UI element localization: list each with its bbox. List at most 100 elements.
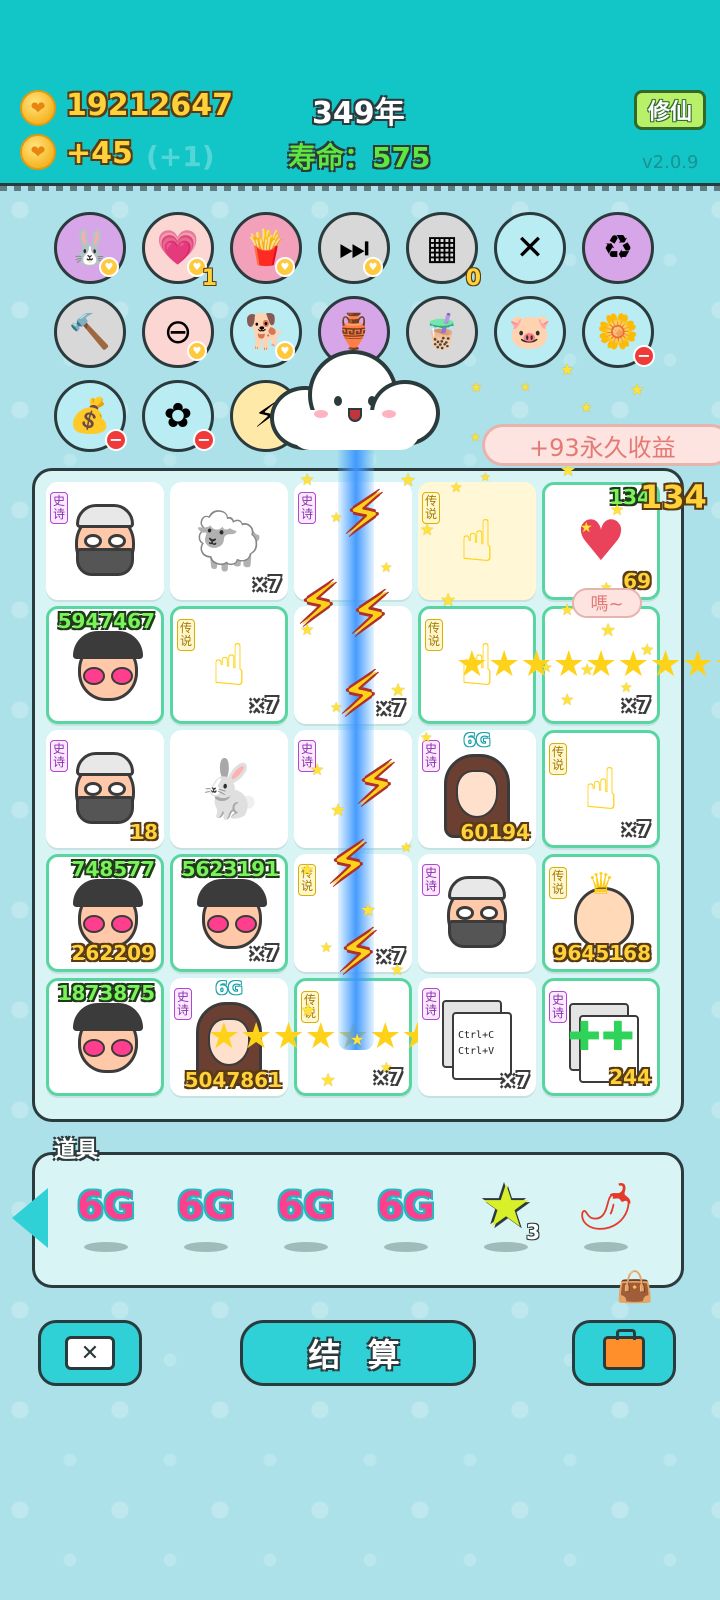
grid-cell[interactable]: ☝ 传说 ×7 (542, 730, 660, 848)
item-6g-label: 6G (77, 1184, 135, 1228)
sack-icon[interactable]: 💰 − (54, 380, 127, 452)
fries-icon[interactable]: 🍟 ♥ (230, 212, 302, 284)
grid-cell[interactable]: 史诗 (418, 854, 536, 972)
item-6g[interactable]: 6G (66, 1176, 146, 1266)
grid-cell[interactable]: 5623191 ×7 (170, 854, 288, 972)
star-particle-icon: ★ (440, 590, 457, 611)
remove-badge-icon[interactable]: − (105, 429, 127, 451)
skip-icon[interactable]: ⏭ ♥ (318, 212, 390, 284)
backpack-button[interactable] (572, 1320, 676, 1386)
grid-cell[interactable]: 史诗 18 (46, 730, 164, 848)
coin-icon: ❤ (20, 90, 56, 126)
rarity-tag: 史诗 (422, 988, 440, 1020)
item-6g[interactable]: 6G (366, 1176, 446, 1266)
lightning-bolt-icon: ⚡ (344, 480, 385, 548)
income-bubble: +93永久收益 (482, 424, 720, 466)
recycle-icon[interactable]: ♻ (582, 212, 654, 284)
star-particle-icon: ★ (390, 960, 405, 979)
coin-rate-bonus: (+1) (146, 140, 215, 173)
grid-cell[interactable]: 5947467 (46, 606, 164, 724)
star-particle-icon: ★ (300, 620, 315, 639)
remove-badge-icon[interactable]: − (193, 429, 215, 451)
rabbit-icon[interactable]: 🐰 ♥ (54, 212, 126, 284)
heart-badge-icon: ♥ (187, 341, 207, 361)
rarity-tag: 传说 (425, 619, 443, 651)
item-6g[interactable]: 6G (166, 1176, 246, 1266)
cell-multiplier: ×7 (499, 1068, 530, 1092)
grid-cell[interactable]: 🐑 ×7 (170, 482, 288, 600)
items-prev-arrow[interactable] (12, 1188, 48, 1248)
piggy-bank-icon[interactable]: 🐷 (494, 296, 566, 368)
star-particle-icon: ★ (560, 360, 575, 379)
star-particle-icon: ★ (450, 480, 463, 496)
grid-cell[interactable]: ✚✚ 史诗 244 (542, 978, 660, 1096)
beard-icon (76, 796, 134, 824)
close-button[interactable]: ✕ (38, 1320, 142, 1386)
grid-cell[interactable]: 🐇 (170, 730, 288, 848)
items-label: 道具 (54, 1138, 99, 1163)
beard-icon (76, 548, 134, 576)
remove-badge-icon[interactable]: − (633, 345, 655, 367)
briefcase-icon (603, 1329, 645, 1370)
cell-bottom-value: 244 (609, 1065, 651, 1089)
cell-top-value: 1873875 (57, 981, 155, 1005)
item-star[interactable]: ★ 3 (466, 1176, 546, 1266)
coin-rate-icon: ❤ (20, 134, 56, 170)
star-particle-icon: ★ (480, 470, 491, 484)
star-particle-icon: ★ (310, 760, 325, 779)
grid-cell[interactable]: 748577 262209 (46, 854, 164, 972)
grid-cell[interactable]: ☝ 传说 (418, 482, 536, 600)
sticks-icon[interactable]: ✕ (494, 212, 566, 284)
cap-icon (448, 876, 506, 900)
egg-tray-icon[interactable]: ▦ 0 (406, 212, 481, 291)
item-quantity: 3 (526, 1220, 540, 1244)
coin-total: 19212647 (66, 88, 233, 123)
grid-cell[interactable]: Ctrl+C Ctrl+V 史诗 ×7 (418, 978, 536, 1096)
bowler-hat-icon (73, 879, 143, 907)
star-particle-icon: ★ (360, 900, 377, 921)
star-particle-icon: ★ (330, 510, 343, 526)
heart-badge-icon: ♥ (363, 257, 383, 277)
cell-bottom-value: 60194 (460, 820, 530, 844)
bunny-icon: 🐇 (194, 757, 264, 822)
star-particle-icon: ★ (420, 520, 435, 539)
item-6g[interactable]: 6G (266, 1176, 346, 1266)
star-particle-icon: ★ (400, 840, 413, 856)
item-shadow (84, 1242, 128, 1252)
grid-cell[interactable]: 史诗 (46, 482, 164, 600)
version-label: v2.0.9 (642, 152, 699, 173)
cultivate-button[interactable]: 修仙 (634, 90, 706, 130)
item-shadow (184, 1242, 228, 1252)
grid-cell[interactable]: 史诗 6G 60194 (418, 730, 536, 848)
star-flower-icon[interactable]: ✿ − (142, 380, 215, 452)
settle-button[interactable]: 结 算 (240, 1320, 476, 1386)
heart-coin-icon[interactable]: 💗 ♥ 1 (142, 212, 217, 291)
ctrl-v-label: Ctrl+V (458, 1046, 495, 1057)
no-entry-icon[interactable]: ⊖ ♥ (142, 296, 214, 368)
network-label: 6G (463, 730, 491, 751)
star-particle-icon: ★ (400, 470, 417, 491)
star-particle-icon: ★ (320, 940, 333, 956)
grid-cell[interactable]: 1873875 (46, 978, 164, 1096)
lightning-bolt-icon: ⚡ (350, 580, 391, 648)
cap-icon (76, 504, 134, 528)
bowler-hat-icon (197, 879, 267, 907)
star-particle-icon: ★ (640, 640, 655, 659)
gift-icon[interactable]: 👜 (616, 1270, 653, 1305)
cell-bottom-value: 262209 (71, 941, 156, 965)
grid-cell[interactable]: ♛ 传说 9645168 (542, 854, 660, 972)
item-shadow (484, 1242, 528, 1252)
potted-flower-icon[interactable]: 🌼 − (582, 296, 655, 368)
item-shadow (284, 1242, 328, 1252)
ability-count: 1 (201, 266, 217, 291)
item-pepper[interactable]: 🌶 (566, 1176, 646, 1266)
star-particle-icon: ★ (520, 380, 531, 394)
grid-cell[interactable]: ☝ 传说 ×7 (170, 606, 288, 724)
star-particle-icon: ★ (300, 470, 315, 489)
glasses-icon (456, 906, 498, 920)
lightning-bolt-icon: ⚡ (340, 660, 381, 728)
hammer-icon[interactable]: 🔨 (54, 296, 126, 368)
cap-icon (76, 752, 134, 776)
cell-top-value: 5947467 (57, 609, 155, 633)
star-particle-icon: ★ (580, 660, 595, 679)
